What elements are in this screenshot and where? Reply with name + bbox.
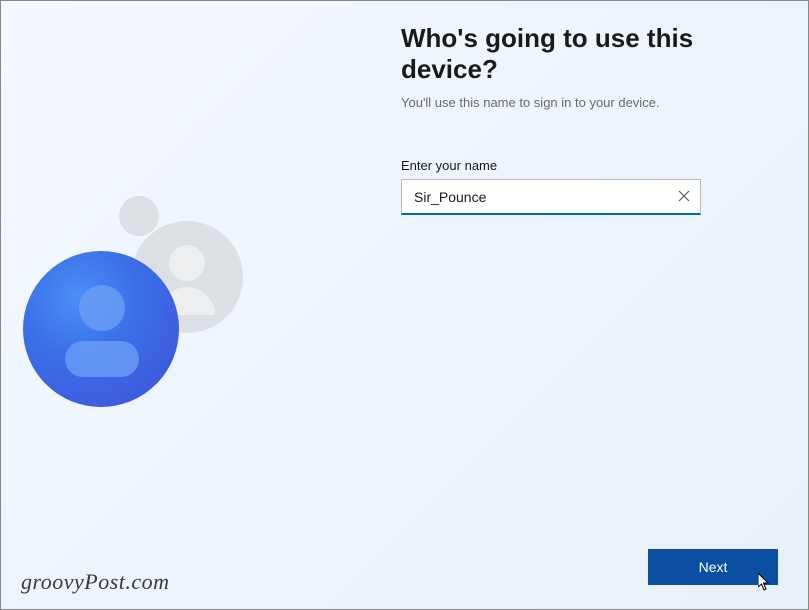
user-illustration bbox=[19, 191, 269, 431]
name-field-label: Enter your name bbox=[401, 158, 761, 173]
decorative-circle bbox=[119, 196, 159, 236]
page-title: Who's going to use this device? bbox=[401, 23, 761, 85]
close-icon bbox=[678, 190, 690, 205]
clear-input-button[interactable] bbox=[675, 188, 693, 206]
watermark-text: groovyPost.com bbox=[21, 569, 170, 595]
next-button[interactable]: Next bbox=[648, 549, 778, 585]
page-subtitle: You'll use this name to sign in to your … bbox=[401, 95, 761, 110]
name-input-container bbox=[401, 179, 701, 215]
name-input[interactable] bbox=[401, 179, 701, 215]
avatar-primary bbox=[23, 251, 179, 407]
